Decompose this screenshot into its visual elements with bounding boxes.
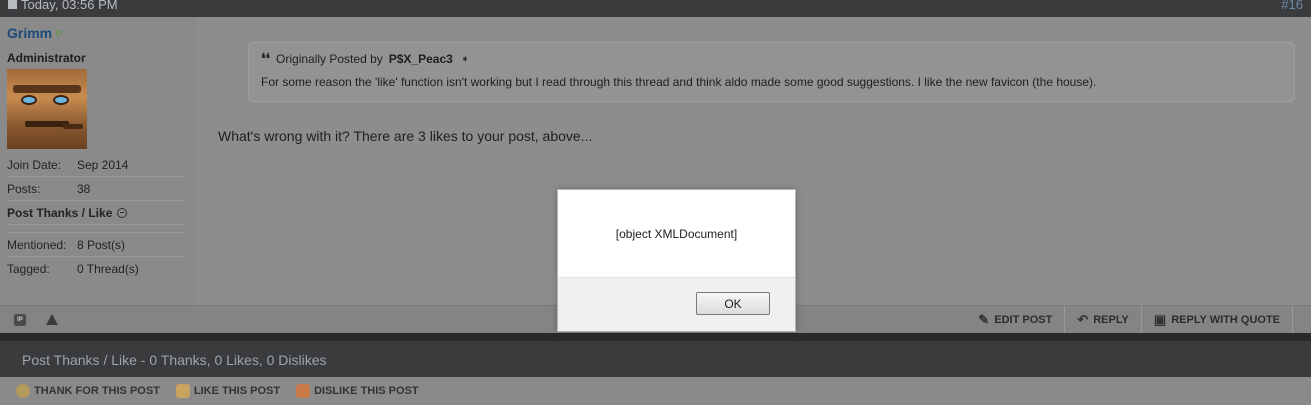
edit-post-button[interactable]: ✎ EDIT POST xyxy=(966,306,1064,333)
posts-value: 38 xyxy=(77,181,91,196)
quote-poster: P$X_Peac3 xyxy=(388,52,453,66)
thanks-summary-text: Post Thanks / Like - 0 Thanks, 0 Likes, … xyxy=(22,352,327,368)
ok-button[interactable]: OK xyxy=(696,292,770,315)
reply-button[interactable]: ↶ REPLY xyxy=(1064,306,1141,333)
alert-dialog: [object XMLDocument] OK xyxy=(557,189,796,332)
dialog-body: [object XMLDocument] xyxy=(558,190,795,277)
posts-row: Posts: 38 xyxy=(7,177,185,201)
thanks-actions-bar: THANK FOR THIS POST LIKE THIS POST DISLI… xyxy=(0,377,1311,405)
dialog-message: [object XMLDocument] xyxy=(615,226,738,241)
avatar[interactable] xyxy=(7,69,87,149)
quote-prefix: Originally Posted by xyxy=(276,52,383,66)
post-controls-left: IP xyxy=(14,313,58,326)
avatar-brow xyxy=(13,85,81,93)
like-icon xyxy=(175,384,190,398)
tagged-row: Tagged: 0 Thread(s) xyxy=(7,257,185,281)
user-info-panel: Grimm Administrator Join Date: Sep 2014 … xyxy=(0,17,198,305)
post-message: What's wrong with it? There are 3 likes … xyxy=(218,128,593,144)
post-thanks-row: Post Thanks / Like xyxy=(7,201,185,225)
more-controls-edge xyxy=(1292,306,1297,333)
join-date-label: Join Date: xyxy=(7,157,62,172)
mentioned-value[interactable]: 8 Post(s) xyxy=(77,238,125,252)
post-thanks-summary-bar: Post Thanks / Like - 0 Thanks, 0 Likes, … xyxy=(0,333,1311,377)
like-post-label: LIKE THIS POST xyxy=(193,385,281,397)
reply-with-quote-button[interactable]: ▣ REPLY WITH QUOTE xyxy=(1140,306,1292,333)
post-number-link[interactable]: #16 xyxy=(1281,0,1303,12)
posts-label: Posts: xyxy=(7,181,41,196)
quote-icon: ❛❛ xyxy=(261,51,271,67)
user-title: Administrator xyxy=(7,51,86,65)
report-warning-icon[interactable] xyxy=(46,314,58,325)
collapse-minus-icon[interactable] xyxy=(117,207,128,218)
dislike-post-button[interactable]: DISLIKE THIS POST xyxy=(296,384,419,398)
post-date: Today, 03:56 PM xyxy=(8,0,118,12)
reply-with-quote-label: REPLY WITH QUOTE xyxy=(1171,313,1280,326)
view-post-arrow-icon[interactable]: ➧ xyxy=(461,54,469,65)
username-link[interactable]: Grimm xyxy=(7,25,52,41)
post-thanks-label: Post Thanks / Like xyxy=(7,205,113,220)
reply-arrow-icon: ↶ xyxy=(1077,311,1089,327)
dislike-post-label: DISLIKE THIS POST xyxy=(314,385,419,397)
reply-label: REPLY xyxy=(1093,313,1129,326)
quote-header: ❛❛ Originally Posted by P$X_Peac3 ➧ xyxy=(261,52,1282,66)
dislike-icon xyxy=(296,384,311,398)
post-header: Today, 03:56 PM #16 xyxy=(0,0,1311,17)
post-status-icon xyxy=(8,0,17,9)
tagged-label: Tagged: xyxy=(7,262,50,276)
quote-bubble-icon: ▣ xyxy=(1153,311,1167,327)
tagged-value[interactable]: 0 Thread(s) xyxy=(77,262,139,276)
post-controls-right: ✎ EDIT POST ↶ REPLY ▣ REPLY WITH QUOTE xyxy=(966,306,1297,333)
mentioned-row: Mentioned: 8 Post(s) xyxy=(7,233,185,257)
mentioned-label: Mentioned: xyxy=(7,237,67,252)
pencil-icon: ✎ xyxy=(978,311,990,327)
like-post-button[interactable]: LIKE THIS POST xyxy=(175,384,281,398)
post-date-text: Today, 03:56 PM xyxy=(21,0,118,12)
dialog-footer: OK xyxy=(558,277,795,332)
thank-icon xyxy=(16,384,30,398)
thank-post-label: THANK FOR THIS POST xyxy=(34,385,160,397)
spacer-row xyxy=(7,225,185,233)
post-thanks-toggle[interactable]: Post Thanks / Like xyxy=(7,205,128,220)
online-status-icon xyxy=(56,30,63,36)
quote-block: ❛❛ Originally Posted by P$X_Peac3 ➧ For … xyxy=(248,42,1295,102)
join-date-row: Join Date: Sep 2014 xyxy=(7,153,185,177)
avatar-eye-right xyxy=(53,95,69,105)
avatar-cigar xyxy=(63,124,83,129)
avatar-eye-left xyxy=(21,95,37,105)
thank-post-button[interactable]: THANK FOR THIS POST xyxy=(16,384,160,398)
ip-icon[interactable]: IP xyxy=(14,313,26,326)
edit-post-label: EDIT POST xyxy=(994,313,1053,326)
username-row: Grimm xyxy=(7,25,198,41)
join-date-value: Sep 2014 xyxy=(77,157,129,172)
quote-text: For some reason the 'like' function isn'… xyxy=(261,75,1097,89)
